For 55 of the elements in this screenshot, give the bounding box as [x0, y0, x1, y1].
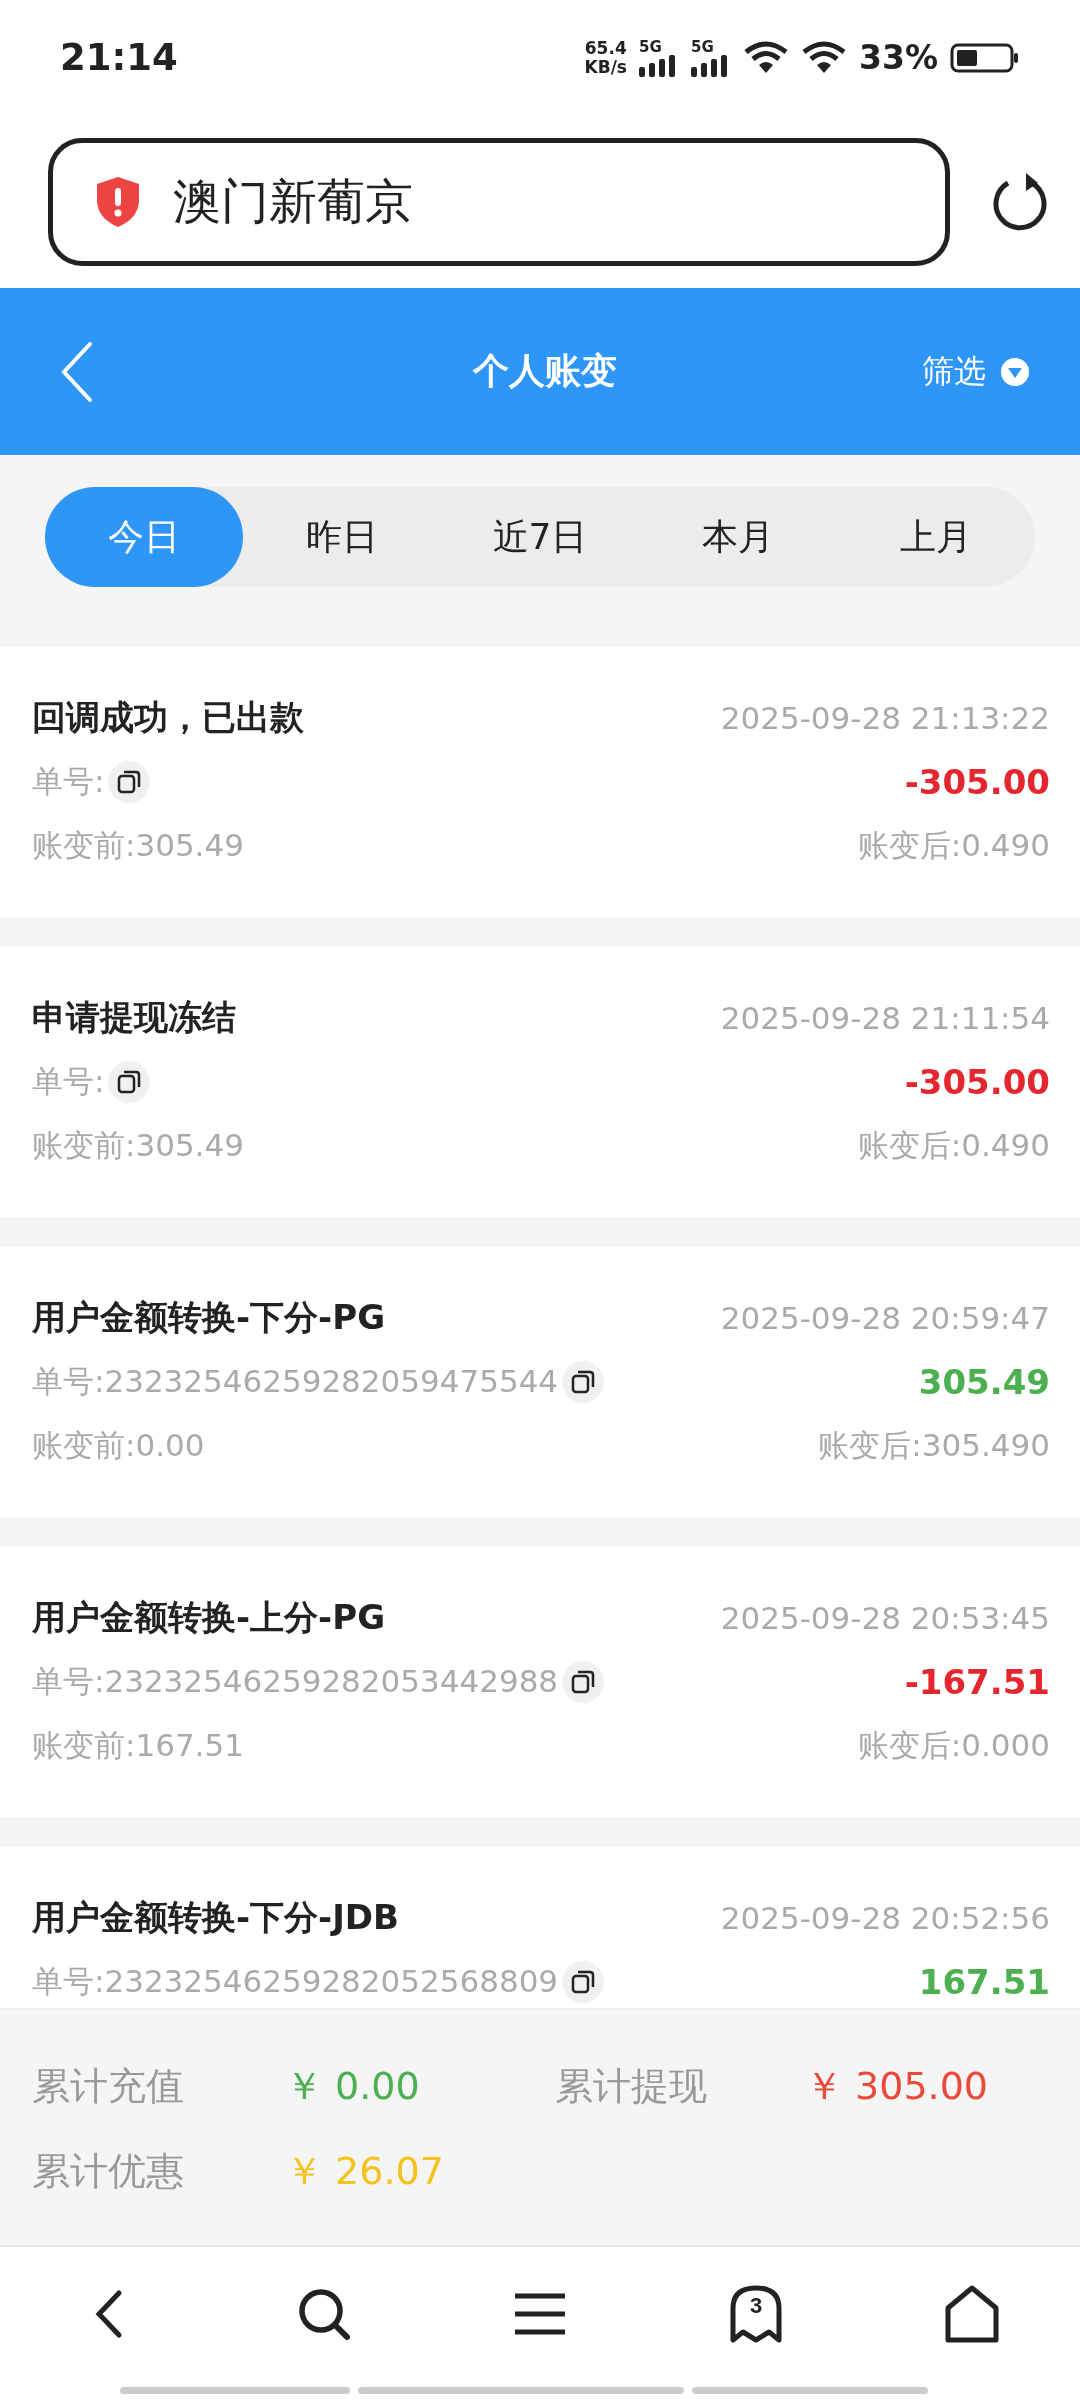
order-number: 单号: [32, 1062, 105, 1101]
address-field[interactable]: 澳门新葡京 [48, 137, 950, 266]
summary-value: ￥ 305.00 [805, 2063, 990, 2110]
record-amount: -305.00 [904, 1062, 1050, 1102]
record-title: 回调成功，已出款 [32, 696, 304, 739]
balance-after: 账变后:305.490 [818, 1426, 1050, 1465]
warning-shield-icon [95, 175, 141, 228]
record-title: 用户金额转换-下分-JDB [32, 1896, 399, 1939]
summary-value: ￥ 0.00 [285, 2063, 421, 2110]
period-tab[interactable]: 本月 [639, 487, 837, 587]
caret-icon [1000, 356, 1030, 387]
record-amount: -305.00 [904, 762, 1050, 802]
order-number: 单号:23232546259282059475544 [32, 1362, 559, 1401]
record-amount: 305.49 [918, 1362, 1050, 1402]
record-time: 2025-09-28 21:11:54 [720, 1000, 1050, 1036]
copy-icon[interactable] [562, 1361, 605, 1403]
network-type: 5G [639, 38, 663, 55]
summary-label: 累计提现 [555, 2063, 708, 2110]
battery-percent: 33% [859, 38, 938, 77]
copy-icon[interactable] [562, 1661, 605, 1703]
period-tab[interactable]: 近7日 [441, 487, 639, 587]
balance-after: 账变后:0.490 [857, 826, 1050, 865]
balance-before: 账变前:0.00 [32, 1426, 205, 1465]
summary-label: 累计充值 [32, 2063, 185, 2110]
record-title: 用户金额转换-下分-PG [32, 1296, 386, 1339]
balance-before: 账变前:305.49 [32, 1126, 244, 1165]
period-tab[interactable]: 上月 [837, 487, 1035, 587]
order-number: 单号: [32, 762, 105, 801]
record-time: 2025-09-28 20:52:56 [720, 1900, 1050, 1936]
refresh-icon[interactable] [990, 170, 1050, 233]
record-title: 用户金额转换-上分-PG [32, 1596, 386, 1639]
balance-before: 账变前:167.51 [32, 1726, 244, 1765]
record-time: 2025-09-28 21:13:22 [720, 700, 1050, 736]
period-tab[interactable]: 昨日 [243, 487, 441, 587]
record-amount: -167.51 [904, 1662, 1050, 1702]
record-time: 2025-09-28 20:53:45 [720, 1600, 1050, 1636]
network-speed: 65.4 KB/s [584, 38, 627, 77]
balance-after: 账变后:0.000 [857, 1726, 1050, 1765]
record-amount: 167.51 [918, 1962, 1050, 2002]
balance-after: 账变后:0.490 [857, 1126, 1050, 1165]
page-heading: 个人账变 [473, 349, 617, 393]
copy-icon[interactable] [108, 761, 151, 803]
page-title: 澳门新葡京 [173, 171, 413, 231]
copy-icon[interactable] [562, 1961, 605, 2003]
battery-icon [950, 42, 1020, 73]
summary-label: 累计优惠 [32, 2148, 185, 2195]
order-number: 单号:23232546259282052568809 [32, 1962, 559, 2001]
record-title: 申请提现冻结 [32, 996, 236, 1039]
order-number: 单号:23232546259282053442988 [32, 1662, 559, 1701]
status-time: 21:14 [60, 36, 178, 79]
copy-icon[interactable] [108, 1061, 151, 1103]
balance-before: 账变前:305.49 [32, 826, 244, 865]
summary-value: ￥ 26.07 [285, 2148, 445, 2195]
network-type: 5G [691, 38, 715, 55]
record-time: 2025-09-28 20:59:47 [720, 1300, 1050, 1336]
